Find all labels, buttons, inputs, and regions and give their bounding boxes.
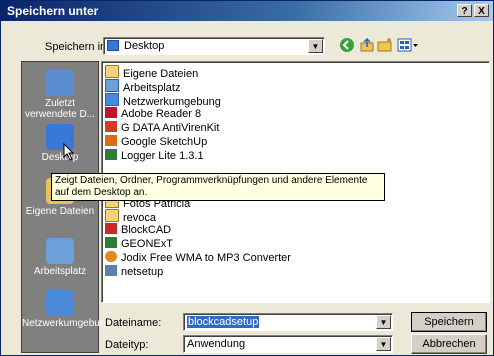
place-recent[interactable]: Zuletzt verwendete D... [22,70,98,120]
list-item[interactable]: Logger Lite 1.3.1 [105,149,204,163]
file-name: BlockCAD [121,224,172,236]
file-name: Adobe Reader 8 [121,108,202,120]
up-folder-icon[interactable] [359,37,375,53]
computer-icon [105,79,119,92]
place-label: Eigene Dateien [25,206,95,217]
list-item[interactable]: netsetup [105,265,163,279]
new-folder-icon[interactable] [377,37,393,53]
network-icon [46,290,74,316]
folder-icon [105,65,119,78]
view-menu-icon[interactable] [397,37,419,53]
list-item[interactable]: G DATA AntiVirenKit [105,121,219,135]
save-button[interactable]: Speichern [411,312,487,332]
filename-value: blockcadsetup [187,316,260,328]
list-item[interactable]: Google SketchUp [105,135,207,149]
file-name: netsetup [121,266,164,278]
logger-lite-icon [105,149,117,160]
back-icon[interactable] [339,37,355,53]
desktop-tooltip: Zeigt Dateien, Ordner, Programmverknüpfu… [51,173,385,201]
save-in-value: Desktop [124,40,165,52]
blockcad-icon [105,223,117,234]
jodix-icon [105,251,117,262]
file-name: Google SketchUp [121,136,208,148]
file-name: GEONExT [121,238,173,250]
file-name: Logger Lite 1.3.1 [121,150,204,162]
place-desktop[interactable]: Desktop [22,124,98,163]
file-name: G DATA AntiVirenKit [121,122,220,134]
list-item[interactable]: Eigene Dateien [105,65,198,80]
chevron-down-icon[interactable]: ▼ [308,39,323,53]
place-my-computer[interactable]: Arbeitsplatz [22,238,98,277]
filename-label: Dateiname: [105,317,162,329]
list-item[interactable]: Jodix Free WMA to MP3 Converter [105,251,291,265]
filename-field[interactable]: blockcadsetup ▼ [183,313,393,331]
list-item[interactable]: revoca [105,209,156,224]
netsetup-icon [105,265,117,276]
list-item[interactable]: GEONExT [105,237,173,251]
save-in-combo[interactable]: Desktop ▼ [103,37,325,55]
title-bar: Speichern unter ? X [1,1,493,21]
geonext-icon [105,237,117,248]
place-label: Zuletzt verwendete D... [24,98,96,120]
close-button[interactable]: X [474,4,489,17]
chevron-down-icon[interactable]: ▼ [376,315,391,329]
list-item[interactable]: Adobe Reader 8 [105,107,201,121]
help-button[interactable]: ? [457,4,472,17]
place-label: Netzwerkumgebung [22,318,111,329]
list-item[interactable]: BlockCAD [105,223,171,237]
list-item[interactable]: Netzwerkumgebung [105,93,221,108]
save-as-dialog: Speichern unter ? X Speichern in: Deskto… [0,0,494,356]
filetype-value: Anwendung [187,338,246,350]
place-label: Arbeitsplatz [33,266,87,277]
mouse-pointer-icon [63,143,75,161]
gdata-icon [105,121,117,132]
dialog-title: Speichern unter [7,4,99,18]
filetype-label: Dateityp: [105,339,149,351]
places-bar: Zuletzt verwendete D... Desktop Eigene D… [21,61,111,353]
chevron-down-icon[interactable]: ▼ [376,337,391,351]
desktop-icon [107,40,119,51]
cancel-button[interactable]: Abbrechen [411,334,487,354]
place-network[interactable]: Netzwerkumgebung [22,290,111,329]
list-item[interactable]: Arbeitsplatz [105,79,180,94]
adobe-reader-icon [105,107,117,118]
sketchup-icon [105,135,117,146]
recent-documents-icon [46,70,74,96]
file-name: Jodix Free WMA to MP3 Converter [121,252,291,264]
save-in-label: Speichern in: [45,41,110,53]
folder-icon [105,209,119,222]
network-icon [105,93,119,106]
my-computer-icon [46,238,74,264]
filetype-select[interactable]: Anwendung ▼ [183,335,393,353]
